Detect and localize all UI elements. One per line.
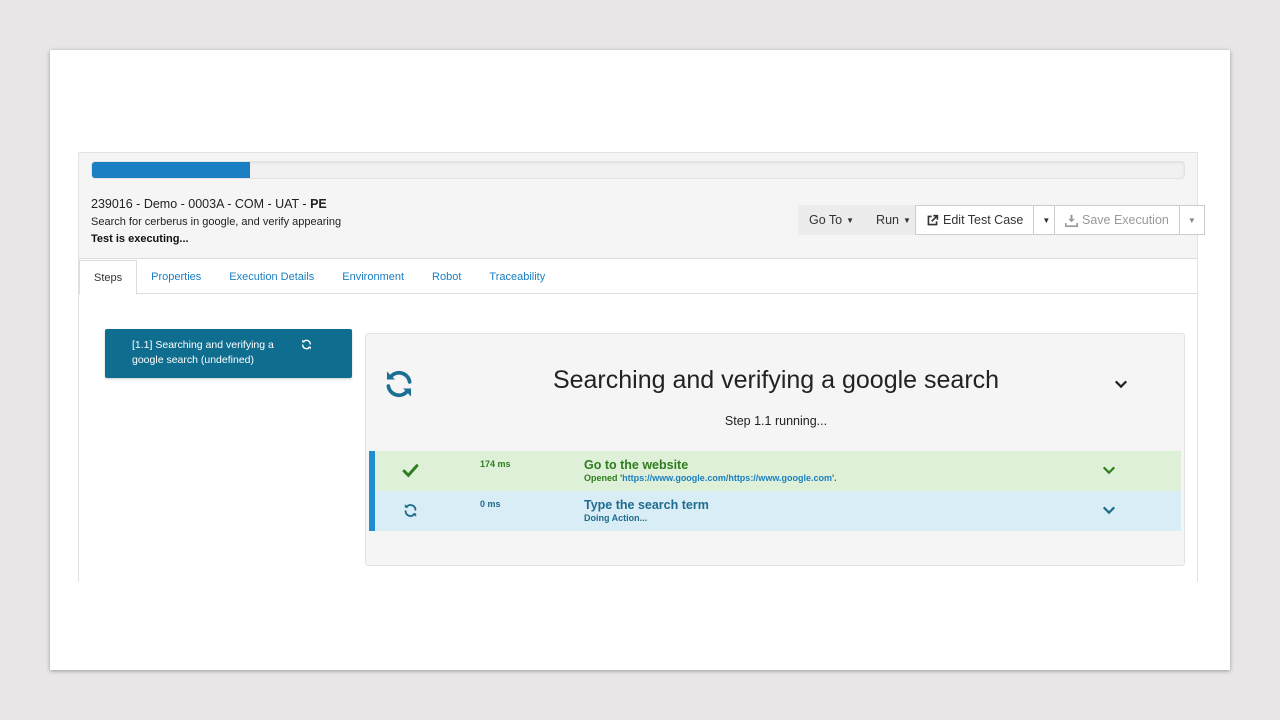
tab-steps[interactable]: Steps bbox=[79, 260, 138, 295]
download-icon bbox=[1065, 214, 1078, 227]
external-link-icon bbox=[927, 214, 939, 225]
chevron-down-icon[interactable] bbox=[1102, 503, 1116, 517]
execution-title: 239016 - Demo - 0003A - COM - UAT - PE bbox=[91, 197, 327, 211]
caret-down-icon: ▼ bbox=[846, 215, 855, 225]
refresh-icon bbox=[302, 339, 311, 350]
save-button-group: Save Execution ▼ bbox=[1054, 205, 1205, 235]
page: 239016 - Demo - 0003A - COM - UAT - PE S… bbox=[50, 50, 1230, 670]
execution-status: Test is executing... bbox=[91, 233, 189, 245]
execution-panel: 239016 - Demo - 0003A - COM - UAT - PE S… bbox=[78, 152, 1205, 582]
save-dropdown-toggle[interactable]: ▼ bbox=[1178, 205, 1205, 235]
chevron-down-icon[interactable] bbox=[1114, 377, 1128, 391]
caret-down-icon: ▼ bbox=[1042, 215, 1051, 225]
tab-bar: Steps Properties Execution Details Envir… bbox=[79, 260, 1197, 295]
action-url-link[interactable]: https://www.google.com/https://www.googl… bbox=[622, 473, 832, 483]
progress-fill bbox=[92, 162, 251, 178]
tab-traceability[interactable]: Traceability bbox=[475, 260, 559, 294]
action-title: Type the search term bbox=[584, 498, 709, 512]
save-execution-label: Save Execution bbox=[1082, 213, 1169, 227]
execution-description: Search for cerberus in google, and verif… bbox=[91, 216, 342, 228]
check-icon bbox=[402, 464, 419, 478]
action-row[interactable]: 0 ms Type the search term Doing Action..… bbox=[369, 491, 1181, 531]
execution-title-text: 239016 - Demo - 0003A - COM - UAT - bbox=[91, 197, 311, 211]
progress-bar bbox=[91, 161, 1185, 179]
edit-test-case-button[interactable]: Edit Test Case bbox=[915, 205, 1035, 235]
action-description-suffix: '. bbox=[831, 473, 837, 483]
execution-header: 239016 - Demo - 0003A - COM - UAT - PE S… bbox=[79, 153, 1205, 259]
chevron-down-icon[interactable] bbox=[1102, 463, 1116, 477]
action-description-prefix: Opened ' bbox=[584, 473, 623, 483]
tab-execution-details[interactable]: Execution Details bbox=[215, 260, 328, 294]
nav-button-group: Go To ▼ Run ▼ bbox=[798, 205, 922, 235]
goto-button[interactable]: Go To ▼ bbox=[798, 205, 866, 235]
execution-country: PE bbox=[310, 197, 327, 211]
save-execution-button[interactable]: Save Execution bbox=[1054, 205, 1180, 235]
step-detail-title: Searching and verifying a google search bbox=[552, 366, 1000, 394]
action-title: Go to the website bbox=[584, 458, 689, 472]
caret-down-icon: ▼ bbox=[1187, 215, 1196, 225]
refresh-icon bbox=[404, 504, 417, 517]
tab-properties[interactable]: Properties bbox=[137, 260, 215, 294]
step-list-item[interactable]: [1.1] Searching and verifying a google s… bbox=[105, 329, 352, 378]
edit-button-group: Edit Test Case ▼ bbox=[915, 205, 1060, 235]
action-description: Doing Action... bbox=[584, 513, 648, 523]
run-label: Run bbox=[876, 213, 899, 227]
action-row[interactable]: 174 ms Go to the website Opened 'https:/… bbox=[369, 451, 1181, 491]
tab-environment[interactable]: Environment bbox=[328, 260, 418, 294]
step-detail-panel: Searching and verifying a google search … bbox=[365, 333, 1185, 566]
edit-test-case-label: Edit Test Case bbox=[943, 213, 1024, 227]
action-duration: 0 ms bbox=[480, 499, 501, 509]
run-button[interactable]: Run ▼ bbox=[865, 205, 922, 235]
tab-robot[interactable]: Robot bbox=[418, 260, 475, 294]
step-list-item-label: [1.1] Searching and verifying a google s… bbox=[132, 339, 274, 366]
caret-down-icon: ▼ bbox=[902, 215, 911, 225]
goto-label: Go To bbox=[809, 213, 843, 227]
step-detail-status: Step 1.1 running... bbox=[724, 414, 828, 428]
action-description: Opened 'https://www.google.com/https://w… bbox=[584, 473, 837, 483]
action-duration: 174 ms bbox=[480, 459, 511, 469]
